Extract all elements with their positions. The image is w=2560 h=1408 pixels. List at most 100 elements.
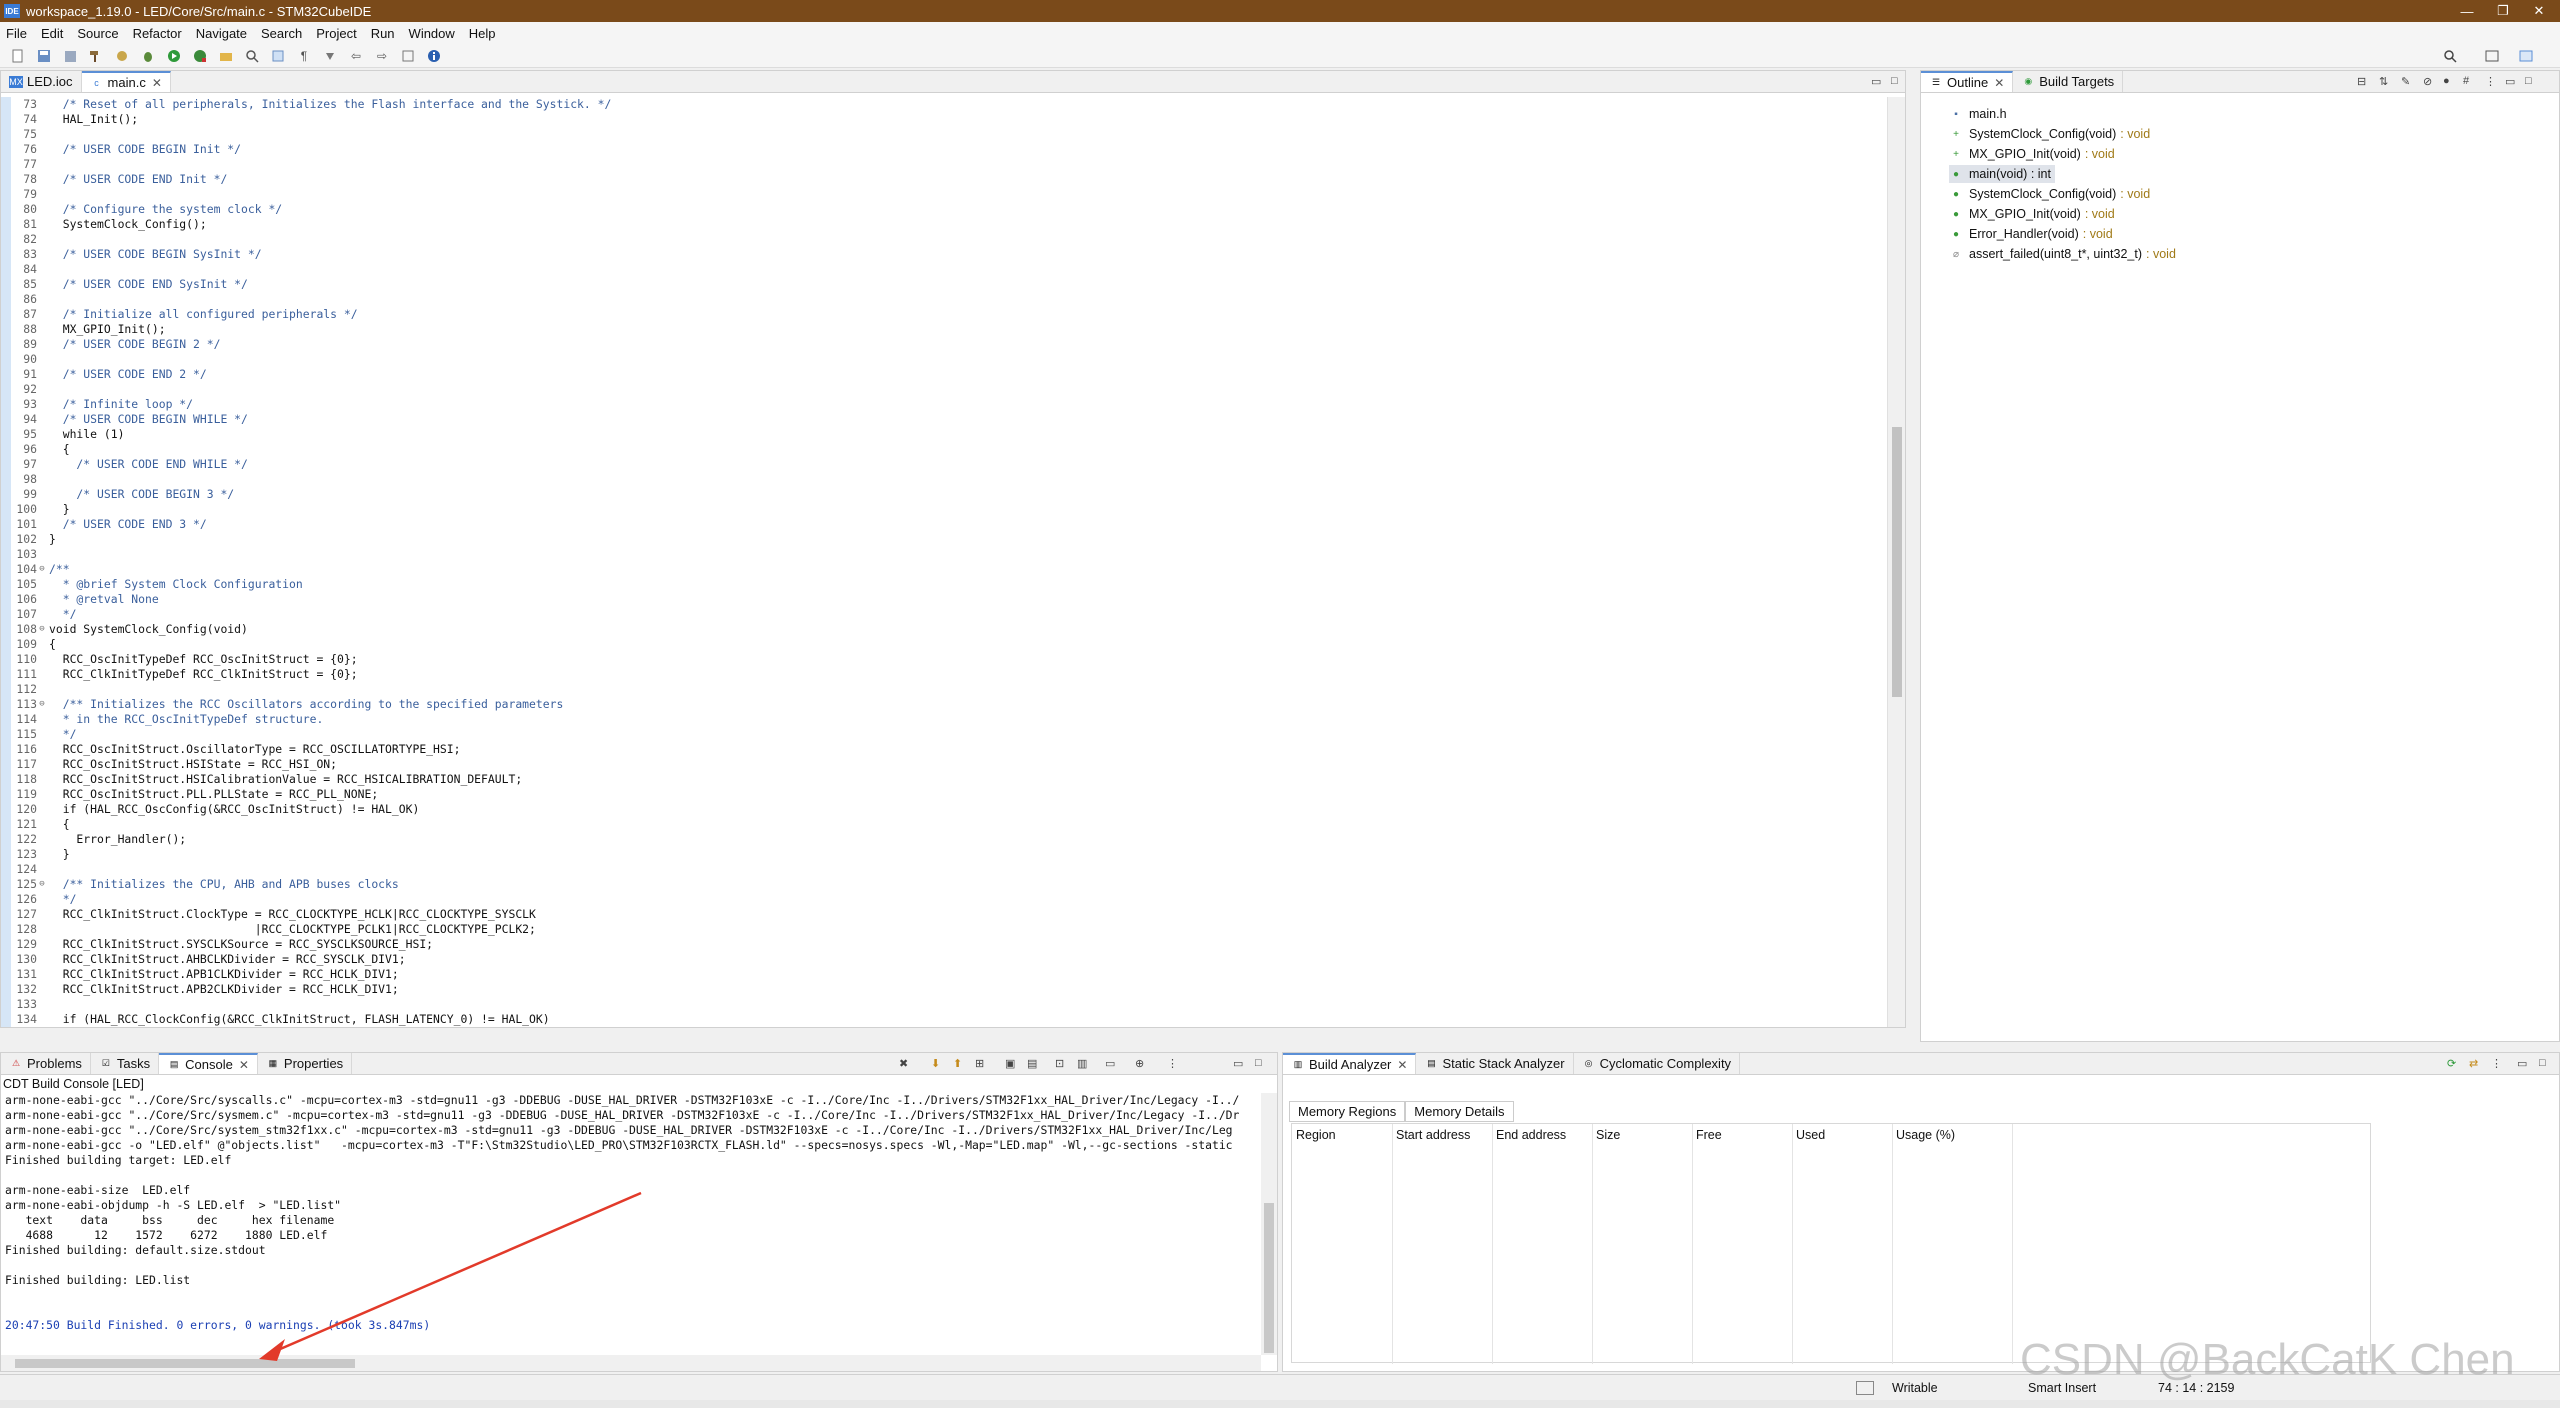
cpp-perspective-icon[interactable] bbox=[2516, 47, 2536, 65]
code-line[interactable]: Error_Handler(); bbox=[49, 832, 186, 847]
outline-item[interactable]: + SystemClock_Config(void): void bbox=[1949, 125, 2150, 143]
outline-item[interactable]: ● main(void) : int bbox=[1949, 165, 2055, 183]
menu-edit[interactable]: Edit bbox=[41, 26, 63, 41]
code-line[interactable]: /* USER CODE END WHILE */ bbox=[49, 457, 247, 472]
scrollbar-thumb[interactable] bbox=[1264, 1203, 1274, 1353]
code-line[interactable]: { bbox=[49, 442, 70, 457]
column-header-used[interactable]: Used bbox=[1796, 1128, 1825, 1142]
fold-icon[interactable] bbox=[37, 922, 47, 937]
close-icon[interactable]: ✕ bbox=[1994, 76, 2004, 90]
maximize-icon[interactable]: □ bbox=[2539, 1057, 2546, 1069]
menu-help[interactable]: Help bbox=[469, 26, 496, 41]
minimize-icon[interactable]: ▭ bbox=[1871, 75, 1881, 88]
fold-icon[interactable] bbox=[37, 592, 47, 607]
code-line[interactable]: RCC_ClkInitStruct.SYSCLKSource = RCC_SYS… bbox=[49, 937, 433, 952]
code-line[interactable]: */ bbox=[49, 607, 77, 622]
tab-problems[interactable]: ⚠ Problems bbox=[1, 1053, 91, 1074]
tab-tasks[interactable]: ☑ Tasks bbox=[91, 1053, 160, 1074]
code-line[interactable]: * in the RCC_OscInitTypeDef structure. bbox=[49, 712, 324, 727]
refresh-icon[interactable]: ⟳ bbox=[2447, 1057, 2456, 1070]
search-icon[interactable] bbox=[2440, 47, 2460, 65]
code-line[interactable]: /* Configure the system clock */ bbox=[49, 202, 282, 217]
sort-icon[interactable]: ⇅ bbox=[2379, 75, 2388, 88]
perspective-icon[interactable] bbox=[2482, 47, 2502, 65]
back-icon[interactable]: ⇦ bbox=[346, 47, 366, 65]
code-line[interactable]: RCC_OscInitTypeDef RCC_OscInitStruct = {… bbox=[49, 652, 358, 667]
close-icon[interactable]: ✕ bbox=[152, 76, 162, 90]
fold-icon[interactable]: ⊖ bbox=[37, 877, 47, 892]
maximize-icon[interactable]: □ bbox=[2525, 75, 2532, 87]
fold-icon[interactable] bbox=[37, 187, 47, 202]
collapse-all-icon[interactable]: ⊟ bbox=[2357, 75, 2366, 88]
status-link-icon[interactable] bbox=[1856, 1381, 1874, 1395]
fold-icon[interactable] bbox=[37, 292, 47, 307]
fold-icon[interactable] bbox=[37, 1012, 47, 1027]
fold-icon[interactable] bbox=[37, 232, 47, 247]
fold-icon[interactable] bbox=[37, 817, 47, 832]
fold-icon[interactable] bbox=[37, 892, 47, 907]
code-line[interactable]: RCC_OscInitStruct.HSIState = RCC_HSI_ON; bbox=[49, 757, 337, 772]
fold-icon[interactable] bbox=[37, 862, 47, 877]
code-line[interactable]: /* USER CODE BEGIN SysInit */ bbox=[49, 247, 262, 262]
code-line[interactable]: RCC_ClkInitStruct.APB2CLKDivider = RCC_H… bbox=[49, 982, 399, 997]
code-line[interactable]: RCC_ClkInitStruct.AHBCLKDivider = RCC_SY… bbox=[49, 952, 406, 967]
fold-icon[interactable] bbox=[37, 172, 47, 187]
debug-bug-icon[interactable] bbox=[138, 47, 158, 65]
menu-run[interactable]: Run bbox=[371, 26, 395, 41]
tab-build-analyzer[interactable]: ▥ Build Analyzer ✕ bbox=[1283, 1053, 1417, 1074]
menu-navigate[interactable]: Navigate bbox=[196, 26, 247, 41]
tab-properties[interactable]: ▦ Properties bbox=[258, 1053, 353, 1074]
fold-icon[interactable] bbox=[37, 982, 47, 997]
code-line[interactable]: SystemClock_Config(); bbox=[49, 217, 207, 232]
fold-icon[interactable] bbox=[37, 397, 47, 412]
menu-window[interactable]: Window bbox=[409, 26, 455, 41]
fold-icon[interactable] bbox=[37, 262, 47, 277]
menu-search[interactable]: Search bbox=[261, 26, 302, 41]
code-line[interactable]: HAL_Init(); bbox=[49, 112, 138, 127]
info-icon[interactable] bbox=[424, 47, 444, 65]
group-icon[interactable]: # bbox=[2463, 75, 2469, 87]
code-line[interactable]: RCC_OscInitStruct.PLL.PLLState = RCC_PLL… bbox=[49, 787, 378, 802]
column-header-free[interactable]: Free bbox=[1696, 1128, 1722, 1142]
fold-icon[interactable] bbox=[37, 322, 47, 337]
open-file-icon[interactable]: ⇄ bbox=[2469, 1057, 2478, 1070]
code-line[interactable]: /* USER CODE END 3 */ bbox=[49, 517, 207, 532]
fold-icon[interactable] bbox=[37, 472, 47, 487]
code-line[interactable]: /* USER CODE BEGIN WHILE */ bbox=[49, 412, 248, 427]
menu-refactor[interactable]: Refactor bbox=[133, 26, 182, 41]
fold-icon[interactable] bbox=[37, 532, 47, 547]
fold-icon[interactable]: ⊖ bbox=[37, 697, 47, 712]
fold-icon[interactable] bbox=[37, 217, 47, 232]
close-icon[interactable]: ✕ bbox=[239, 1058, 249, 1072]
fold-icon[interactable] bbox=[37, 757, 47, 772]
maximize-icon[interactable]: □ bbox=[1891, 75, 1898, 87]
code-area[interactable]: 73 /* Reset of all peripherals, Initiali… bbox=[1, 97, 1887, 1027]
tab-build-targets[interactable]: ◉ Build Targets bbox=[2013, 71, 2124, 92]
code-line[interactable]: /* Reset of all peripherals, Initializes… bbox=[49, 97, 612, 112]
external-tools-icon[interactable] bbox=[190, 47, 210, 65]
code-line[interactable]: RCC_ClkInitTypeDef RCC_ClkInitStruct = {… bbox=[49, 667, 358, 682]
fold-icon[interactable] bbox=[37, 727, 47, 742]
clean-icon[interactable] bbox=[112, 47, 132, 65]
code-line[interactable]: /* USER CODE BEGIN 3 */ bbox=[49, 487, 234, 502]
column-header-region[interactable]: Region bbox=[1296, 1128, 1336, 1142]
fold-icon[interactable] bbox=[37, 742, 47, 757]
fold-icon[interactable] bbox=[37, 247, 47, 262]
fold-icon[interactable] bbox=[37, 997, 47, 1012]
fold-icon[interactable] bbox=[37, 277, 47, 292]
next-annotation-icon[interactable] bbox=[320, 47, 340, 65]
open-console-icon[interactable]: ▥ bbox=[1077, 1057, 1087, 1070]
code-line[interactable]: } bbox=[49, 532, 56, 547]
pin-console-icon[interactable]: ⊡ bbox=[1055, 1057, 1064, 1070]
code-line[interactable]: * @brief System Clock Configuration bbox=[49, 577, 303, 592]
outline-item[interactable]: ⌀ assert_failed(uint8_t*, uint32_t): void bbox=[1949, 245, 2176, 263]
display-console-icon[interactable]: ▭ bbox=[1105, 1057, 1115, 1070]
outline-item[interactable]: ● MX_GPIO_Init(void): void bbox=[1949, 205, 2115, 223]
fold-icon[interactable] bbox=[37, 517, 47, 532]
column-header-size[interactable]: Size bbox=[1596, 1128, 1620, 1142]
fold-icon[interactable] bbox=[37, 547, 47, 562]
code-line[interactable]: } bbox=[49, 847, 70, 862]
code-line[interactable]: /** bbox=[49, 562, 70, 577]
build-hammer-icon[interactable] bbox=[86, 47, 106, 65]
close-icon[interactable]: ✕ bbox=[1397, 1058, 1407, 1072]
